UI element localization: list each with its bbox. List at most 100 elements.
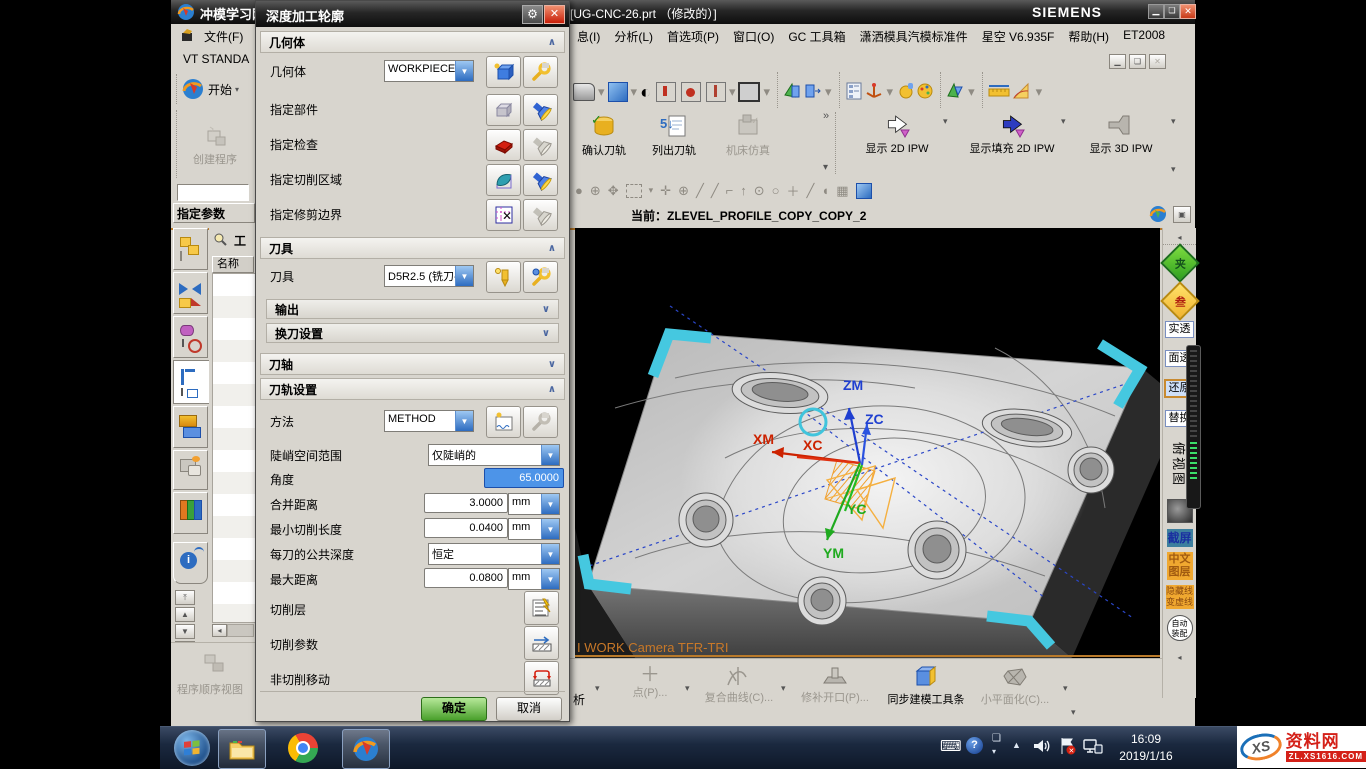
specify-trim-flashlight-button[interactable]	[523, 199, 558, 231]
center-snap-icon[interactable]: ⊙	[754, 183, 765, 199]
menu-et2008[interactable]: ET2008	[1116, 26, 1172, 47]
mdi-close-button[interactable]: ✕	[1149, 54, 1166, 69]
start-menu-button[interactable]: 开始 ▾	[176, 74, 258, 104]
line-snap-icon[interactable]: ╱	[696, 183, 704, 199]
patch-opening-button[interactable]: 修补开口(P)...	[795, 665, 875, 704]
angle-input[interactable]: 65.0000	[484, 468, 564, 488]
arc-snap-icon[interactable]: ◖	[821, 183, 829, 198]
sphere-icon[interactable]: ●	[575, 183, 583, 198]
clock[interactable]: 16:09 2019/1/16	[1110, 731, 1182, 765]
collapse-icon[interactable]: ∧	[548, 243, 556, 254]
new-geometry-button[interactable]	[486, 56, 521, 88]
taskbar-chrome-button[interactable]	[288, 733, 318, 763]
scroll-top-icon[interactable]: ⤒	[175, 590, 195, 605]
list-view-icon[interactable]	[844, 81, 864, 104]
more-icon[interactable]: ▾	[595, 683, 600, 694]
render-style-icon[interactable]: ◐	[640, 83, 651, 101]
chevron-down-icon[interactable]: ▼	[455, 411, 473, 431]
green-diamond-button[interactable]: 夹	[1160, 243, 1200, 283]
verify-toolpath-button[interactable]: ✓ 确认刀轨	[573, 112, 635, 157]
more-icon[interactable]: ▾	[887, 84, 894, 100]
rotate-point-icon[interactable]: ⊕	[590, 183, 601, 199]
ruler-icon[interactable]	[987, 82, 1011, 103]
program-order-view-label[interactable]: 程序顺序视图	[177, 681, 243, 697]
help-tray-icon[interactable]: ?	[966, 737, 983, 754]
expand-icon[interactable]: ∨	[542, 328, 550, 339]
more-icon[interactable]: ▾	[781, 683, 786, 694]
tab-machine-navigator[interactable]	[173, 272, 208, 314]
csys-icon[interactable]	[864, 81, 884, 104]
more-icon[interactable]: ▾	[968, 84, 975, 100]
geometry-section-header[interactable]: 几何体∧	[260, 31, 565, 53]
tab-process-navigator[interactable]	[173, 228, 208, 270]
menu-window[interactable]: 窗口(O)	[726, 26, 781, 47]
edit-geometry-wrench-button[interactable]	[523, 56, 558, 88]
list-toolpath-button[interactable]: 5↓ 列出刀轨	[643, 112, 705, 157]
scroll-down-icon[interactable]: ▼	[175, 624, 195, 639]
dialog-options-gear-icon[interactable]: ⚙	[522, 5, 543, 24]
window-tray-icon[interactable]: ❏	[992, 733, 1001, 744]
dialog-title-bar[interactable]: 深度加工轮廓 ⚙ ✕	[256, 1, 569, 27]
tool-axis-section-header[interactable]: 刀轴∨	[260, 353, 565, 375]
chevron-down-icon[interactable]: ▼	[541, 544, 559, 564]
more-icon[interactable]: ▾	[1061, 116, 1066, 127]
more-icon[interactable]: ▾	[1171, 164, 1176, 175]
cube-pin-icon[interactable]	[656, 82, 676, 102]
create-program-button[interactable]: 创建程序	[176, 110, 253, 178]
clip-section-icon[interactable]	[782, 81, 802, 104]
non-cut-moves-button[interactable]	[524, 661, 559, 695]
show-3d-ipw-button[interactable]: 显示 3D IPW	[1073, 112, 1169, 155]
specify-trim-button[interactable]: ✕	[486, 199, 521, 231]
hidden-line-button[interactable]: 隐藏线变虚线	[1166, 585, 1194, 609]
max-distance-input[interactable]: 0.0800	[424, 568, 508, 588]
more-icon[interactable]: ▾	[729, 84, 736, 100]
menu-preferences[interactable]: 首选项(P)	[660, 26, 726, 47]
method-select[interactable]: METHOD▼	[384, 410, 474, 432]
orbit-icon[interactable]: ⊕	[678, 183, 689, 199]
tab-library[interactable]	[173, 492, 208, 534]
tab-assembly-navigator[interactable]	[173, 316, 208, 358]
solid-cube-icon[interactable]	[856, 183, 872, 199]
min-cut-length-unit-select[interactable]: mm▼	[508, 518, 560, 540]
solid-transparent-button[interactable]: 实透	[1165, 321, 1194, 338]
chevron-down-icon[interactable]: ▼	[541, 569, 559, 589]
chevron-down-icon[interactable]: ▼	[541, 494, 559, 514]
min-cut-length-input[interactable]: 0.0400	[424, 518, 508, 538]
volume-tray-icon[interactable]	[1032, 737, 1052, 758]
more-icon[interactable]: ▾	[649, 185, 654, 196]
snapshot-icon[interactable]	[945, 81, 965, 104]
scroll-left-icon[interactable]: ◂	[212, 624, 227, 637]
collapse-icon[interactable]: ∧	[548, 37, 556, 48]
hand-tool-icon[interactable]	[896, 81, 916, 104]
more-icon[interactable]: ▾	[631, 84, 638, 100]
cut-levels-button[interactable]	[524, 591, 559, 625]
operation-list[interactable]	[212, 273, 256, 623]
restore-button[interactable]: ❏	[1164, 4, 1180, 19]
curve-snap-icon[interactable]: ⌐	[726, 183, 734, 198]
quick-search-input[interactable]	[177, 184, 249, 201]
edit-tool-wrench-button[interactable]	[523, 261, 558, 293]
analysis-partial-label[interactable]: 析	[573, 691, 585, 708]
yellow-diamond-button[interactable]: 叁	[1160, 281, 1200, 321]
menu-gc-toolbox[interactable]: GC 工具箱	[781, 26, 852, 47]
more-icon[interactable]: ▾	[1171, 116, 1176, 127]
start-button[interactable]	[174, 730, 210, 766]
show-2d-fill-ipw-button[interactable]: 显示填充 2D IPW	[959, 112, 1065, 155]
max-distance-unit-select[interactable]: mm▼	[508, 568, 560, 590]
toolbar-overflow-left-icon[interactable]: ◂	[1177, 233, 1181, 242]
mdi-restore-button[interactable]: ❏	[1129, 54, 1146, 69]
show-2d-ipw-button[interactable]: 显示 2D IPW	[847, 112, 947, 155]
action-center-flag-icon[interactable]: ✕	[1058, 736, 1076, 759]
point-button[interactable]: ＋ 点(P)...	[619, 665, 681, 699]
auto-assembly-button[interactable]: 自动装配	[1167, 615, 1193, 641]
specify-cut-area-flashlight-button[interactable]	[523, 164, 558, 196]
maximize-view-icon[interactable]: ▣	[1173, 206, 1191, 223]
overflow-icon[interactable]: »	[823, 110, 829, 122]
steep-range-select[interactable]: 仅陡峭的▼	[428, 444, 560, 466]
tool-change-subsection-header[interactable]: 换刀设置∨	[266, 323, 559, 343]
graphics-viewport[interactable]: ZM ZC XM XC YC YM I WORK Camera TFR-TRI	[575, 228, 1160, 658]
clip-plane-icon[interactable]	[802, 81, 822, 104]
tab-reuse-library[interactable]	[173, 406, 208, 448]
specify-params-header[interactable]: 指定参数	[173, 203, 255, 223]
chinese-layer-button[interactable]: 中文图层	[1167, 552, 1193, 580]
